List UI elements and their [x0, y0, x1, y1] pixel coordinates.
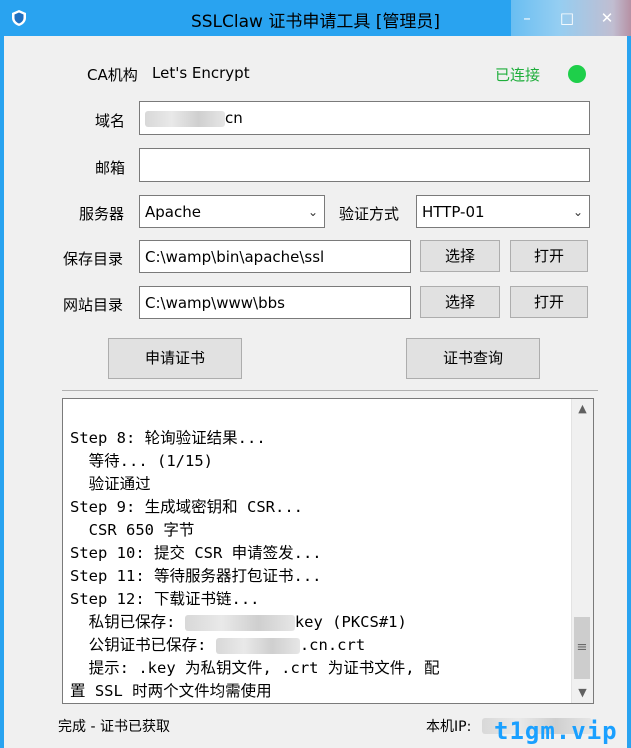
log-line: 提示: .key 为私钥文件, .crt 为证书文件, 配 [70, 659, 440, 677]
log-line: Step 9: 生成域密钥和 CSR... [70, 498, 303, 516]
apply-cert-button[interactable]: 申请证书 [108, 338, 242, 379]
server-select-value: Apache [145, 203, 201, 221]
query-cert-button[interactable]: 证书查询 [406, 338, 540, 379]
log-line: Step 8: 轮询验证结果... [70, 429, 266, 447]
local-ip-label: 本机IP: [426, 719, 472, 735]
log-line-suffix: key (PKCS#1) [294, 613, 407, 631]
app-window: SSLClaw 证书申请工具 [管理员] – □ ✕ CA机构 Let's En… [0, 0, 631, 748]
scroll-down-icon[interactable]: ▼ [572, 683, 593, 703]
log-output[interactable]: Step 8: 轮询验证结果... 等待... (1/15) 验证通过 Step … [62, 398, 594, 704]
watermark: t1gm.vip [494, 717, 618, 745]
minimize-icon[interactable]: – [507, 0, 547, 36]
status-text: 完成 - 证书已获取 [58, 719, 170, 735]
redacted-domain [145, 110, 225, 127]
verify-label: 验证方式 [339, 205, 400, 223]
chevron-down-icon: ⌄ [307, 205, 318, 219]
log-line: Step 10: 提交 CSR 申请签发... [70, 544, 322, 562]
redacted-path [215, 637, 300, 654]
site-dir-label: 网站目录 [63, 296, 124, 314]
domain-suffix: cn [225, 109, 243, 127]
ca-value: Let's Encrypt [152, 64, 250, 82]
log-line-prefix: 公钥证书已保存: [70, 636, 216, 654]
log-line: 私钥已保存: key (PKCS#1) [70, 611, 570, 634]
log-line: Step 11: 等待服务器打包证书... [70, 567, 322, 585]
verify-select[interactable]: HTTP-01 ⌄ [416, 195, 590, 228]
log-line: 公钥证书已保存: .cn.crt [70, 634, 570, 657]
log-lines: Step 8: 轮询验证结果... 等待... (1/15) 验证通过 Step … [70, 404, 570, 703]
connection-status-indicator [568, 65, 586, 83]
save-dir-input[interactable]: C:\wamp\bin\apache\ssl [139, 240, 411, 273]
chevron-down-icon: ⌄ [572, 205, 583, 219]
log-line: CSR 650 字节 [70, 521, 195, 539]
save-dir-label: 保存目录 [63, 250, 124, 268]
redacted-path [184, 614, 295, 631]
email-label: 邮箱 [95, 159, 126, 177]
site-dir-choose-button[interactable]: 选择 [420, 286, 500, 318]
scroll-up-icon[interactable]: ▲ [572, 399, 593, 419]
site-dir-input[interactable]: C:\wamp\www\bbs [139, 286, 411, 319]
save-dir-choose-button[interactable]: 选择 [420, 240, 500, 272]
log-line-prefix: 私钥已保存: [70, 613, 185, 631]
log-line-suffix: .cn.crt [299, 636, 366, 654]
domain-input[interactable]: cn [139, 101, 590, 135]
maximize-icon[interactable]: □ [547, 0, 587, 36]
log-line: 置 SSL 时两个文件均需使用 [70, 682, 272, 700]
log-line: 等待... (1/15) [70, 452, 213, 470]
verify-select-value: HTTP-01 [422, 203, 485, 221]
save-dir-open-button[interactable]: 打开 [510, 240, 588, 272]
server-label: 服务器 [79, 205, 125, 223]
server-select[interactable]: Apache ⌄ [139, 195, 325, 228]
divider [62, 390, 598, 391]
site-dir-open-button[interactable]: 打开 [510, 286, 588, 318]
close-icon[interactable]: ✕ [587, 0, 627, 36]
log-line: Step 12: 下载证书链... [70, 590, 260, 608]
title-bar: SSLClaw 证书申请工具 [管理员] – □ ✕ [0, 0, 631, 36]
connection-status: 已连接 [495, 66, 541, 84]
email-input[interactable] [139, 148, 590, 182]
log-scrollbar[interactable]: ▲ ≡ ▼ [571, 399, 593, 703]
log-line: 验证通过 [70, 475, 151, 493]
domain-label: 域名 [95, 112, 126, 130]
ca-label: CA机构 [87, 66, 138, 84]
scroll-thumb[interactable]: ≡ [574, 617, 590, 679]
